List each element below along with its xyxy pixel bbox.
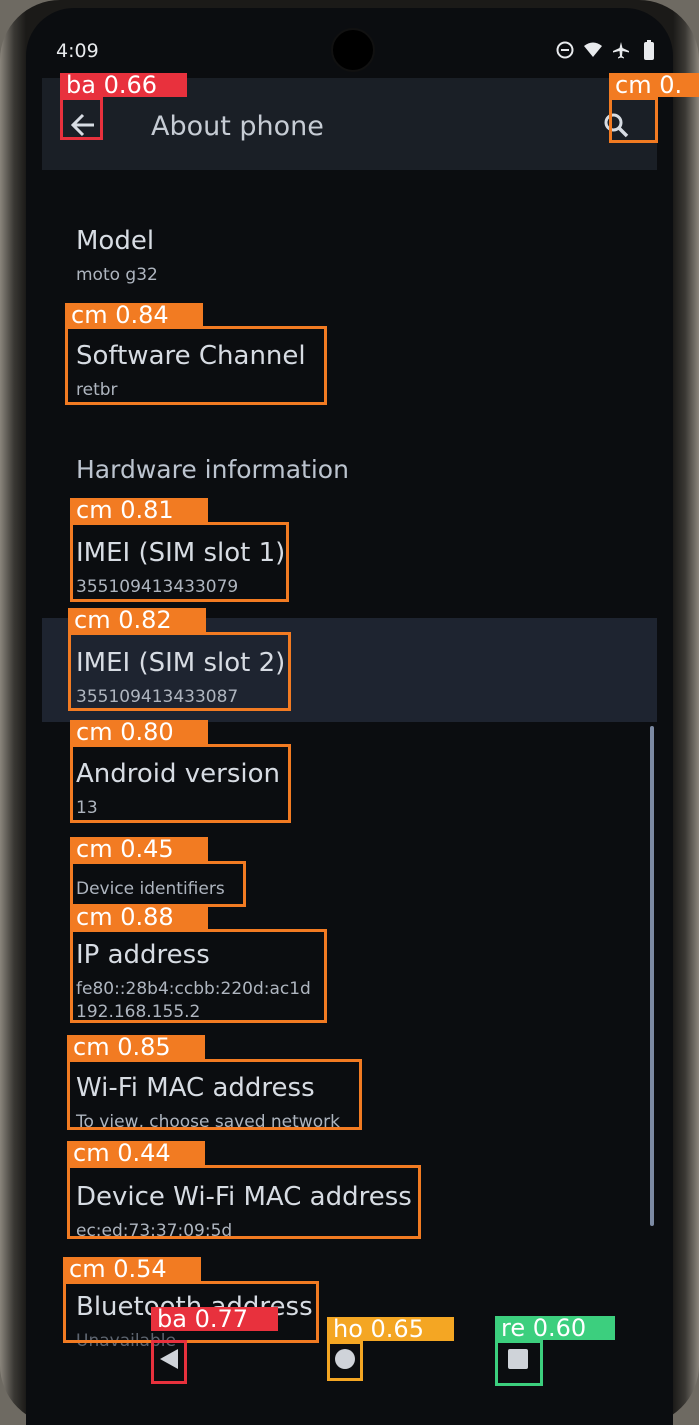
detection-tag-bluetooth: cm 0.54	[63, 1257, 201, 1281]
detection-tag-nav-recents: re 0.60	[495, 1316, 615, 1340]
status-icons	[555, 40, 659, 60]
detection-tag-ip-address: cm 0.88	[70, 905, 208, 929]
detection-box-imei2	[68, 632, 291, 711]
page-title: About phone	[151, 111, 324, 142]
detection-tag-wifi-mac: cm 0.85	[67, 1035, 205, 1059]
airplane-icon	[611, 40, 631, 60]
detection-tag-android-version: cm 0.80	[70, 720, 208, 744]
detection-box-device-identifiers	[70, 861, 246, 907]
detection-box-android-version	[70, 744, 291, 823]
detection-box-imei1	[70, 522, 289, 602]
detection-tag-device-wifi-mac: cm 0.44	[67, 1141, 205, 1165]
detection-tag-imei2: cm 0.82	[68, 608, 206, 632]
model-item[interactable]: Model moto g32	[76, 226, 158, 287]
detection-tag-search: cm 0.	[609, 73, 699, 97]
detection-box-search	[609, 97, 658, 143]
detection-tag-device-identifiers: cm 0.45	[70, 837, 208, 861]
detection-box-nav-back	[151, 1340, 187, 1384]
scrollbar[interactable]	[650, 726, 654, 1226]
detection-tag-nav-home: ho 0.65	[327, 1317, 454, 1341]
detection-tag-back: ba 0.66	[60, 73, 187, 97]
dnd-icon	[555, 40, 575, 60]
detection-box-ip-address	[70, 929, 327, 1023]
detection-tag-software-channel: cm 0.84	[65, 303, 203, 327]
wifi-icon	[583, 40, 603, 60]
detection-box-device-wifi-mac	[67, 1165, 421, 1239]
detection-box-nav-home	[327, 1341, 363, 1381]
detection-tag-nav-back: ba 0.77	[151, 1307, 278, 1331]
detection-box-software-channel	[65, 326, 327, 405]
detection-box-wifi-mac	[67, 1059, 362, 1130]
detection-box-nav-recents	[495, 1340, 543, 1386]
status-time: 4:09	[56, 40, 99, 62]
detection-tag-imei1: cm 0.81	[70, 498, 208, 522]
detection-box-back	[60, 97, 103, 140]
battery-icon	[639, 40, 659, 60]
front-camera	[331, 28, 375, 72]
model-label: Model	[76, 226, 155, 256]
model-value: moto g32	[76, 265, 158, 285]
hardware-information-header: Hardware information	[76, 455, 349, 484]
